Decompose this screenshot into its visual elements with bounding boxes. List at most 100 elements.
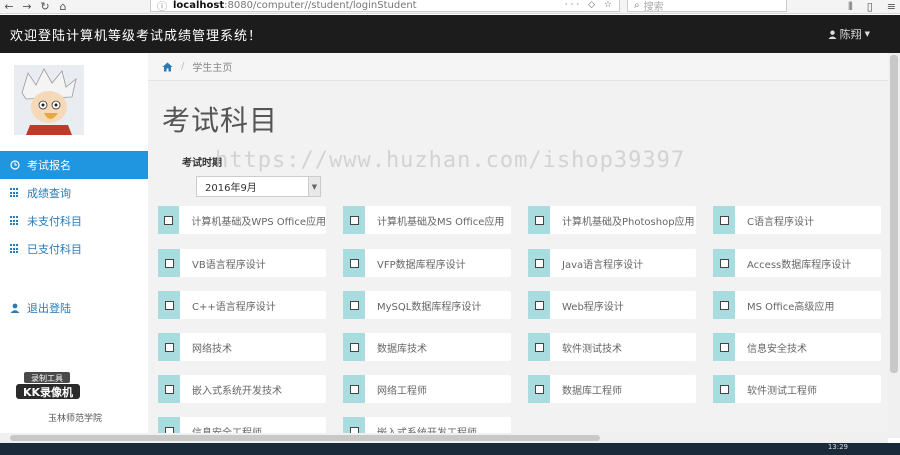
forward-icon[interactable]: → bbox=[18, 0, 36, 14]
subject-checkbox[interactable] bbox=[349, 300, 359, 310]
subject-option[interactable]: 信息安全技术 bbox=[713, 333, 881, 361]
avatar bbox=[14, 65, 84, 135]
checkbox-wrapper[interactable] bbox=[713, 291, 735, 319]
subject-checkbox[interactable] bbox=[719, 258, 729, 268]
home-icon[interactable]: ⌂ bbox=[54, 0, 72, 14]
checkbox-wrapper[interactable] bbox=[528, 291, 550, 319]
subject-label: 网络工程师 bbox=[377, 385, 427, 397]
subject-checkbox[interactable] bbox=[719, 300, 729, 310]
checkbox-wrapper[interactable] bbox=[528, 249, 550, 277]
subject-option[interactable]: VB语言程序设计 bbox=[158, 249, 326, 277]
checkbox-wrapper[interactable] bbox=[343, 333, 365, 361]
subject-option[interactable]: 计算机基础及Photoshop应用 bbox=[528, 206, 696, 234]
subject-option[interactable]: 软件测试工程师 bbox=[713, 375, 881, 403]
subject-label: VB语言程序设计 bbox=[192, 259, 266, 271]
subject-checkbox[interactable] bbox=[349, 342, 359, 352]
vertical-scrollbar[interactable] bbox=[888, 53, 900, 438]
subject-option[interactable]: 网络技术 bbox=[158, 333, 326, 361]
subject-checkbox[interactable] bbox=[349, 258, 359, 268]
reload-icon[interactable]: ↻ bbox=[36, 0, 54, 14]
checkbox-wrapper[interactable] bbox=[158, 206, 180, 234]
checkbox-wrapper[interactable] bbox=[158, 291, 180, 319]
subject-checkbox[interactable] bbox=[534, 384, 544, 394]
back-icon[interactable]: ← bbox=[0, 0, 18, 14]
url-tools[interactable]: ··· ◇ ☆ bbox=[565, 0, 615, 10]
sidebar-menu: 考试报名 成绩查询 未支付科目 已支付科目 bbox=[0, 151, 148, 263]
sidebar-icon[interactable]: ▯ bbox=[867, 0, 873, 14]
checkbox-wrapper[interactable] bbox=[528, 375, 550, 403]
subject-checkbox[interactable] bbox=[719, 342, 729, 352]
subject-option[interactable]: 计算机基础及MS Office应用 bbox=[343, 206, 511, 234]
subject-checkbox[interactable] bbox=[349, 215, 359, 225]
subject-checkbox[interactable] bbox=[534, 215, 544, 225]
browser-toolbar: ← → ↻ ⌂ ⓘ localhost :8080/computer//stud… bbox=[0, 0, 900, 14]
subject-checkbox[interactable] bbox=[164, 215, 174, 225]
taskbar-clock: 13:29 bbox=[827, 443, 848, 451]
subject-checkbox[interactable] bbox=[164, 258, 174, 268]
subject-checkbox[interactable] bbox=[719, 215, 729, 225]
checkbox-wrapper[interactable] bbox=[158, 333, 180, 361]
subject-option[interactable]: Java语言程序设计 bbox=[528, 249, 696, 277]
subject-option[interactable]: C语言程序设计 bbox=[713, 206, 881, 234]
taskbar: 13:29 bbox=[0, 443, 900, 455]
sidebar-item-exam-registration[interactable]: 考试报名 bbox=[0, 151, 148, 179]
grid-icon bbox=[10, 188, 20, 198]
checkbox-wrapper[interactable] bbox=[343, 375, 365, 403]
search-placeholder: 搜索 bbox=[643, 2, 664, 13]
app-title: 欢迎登陆计算机等级考试成绩管理系统！ bbox=[10, 28, 263, 44]
subject-label: 软件测试技术 bbox=[562, 343, 622, 355]
subject-checkbox[interactable] bbox=[164, 300, 174, 310]
checkbox-wrapper[interactable] bbox=[713, 333, 735, 361]
subject-option[interactable]: 嵌入式系统开发技术 bbox=[158, 375, 326, 403]
subject-option[interactable]: MySQL数据库程序设计 bbox=[343, 291, 511, 319]
logout-label: 退出登陆 bbox=[27, 302, 71, 315]
address-bar[interactable]: ⓘ localhost :8080/computer//student/logi… bbox=[150, 0, 620, 13]
subject-option[interactable]: C++语言程序设计 bbox=[158, 291, 326, 319]
sidebar-item-paid-subjects[interactable]: 已支付科目 bbox=[0, 235, 148, 263]
library-icon[interactable]: ⫴ bbox=[848, 0, 853, 14]
checkbox-wrapper[interactable] bbox=[158, 375, 180, 403]
checkbox-wrapper[interactable] bbox=[528, 333, 550, 361]
subject-option[interactable]: Access数据库程序设计 bbox=[713, 249, 881, 277]
scrollbar-thumb[interactable] bbox=[890, 55, 898, 373]
scrollbar-thumb[interactable] bbox=[10, 435, 600, 441]
subject-option[interactable]: 软件测试技术 bbox=[528, 333, 696, 361]
logout-link[interactable]: 退出登陆 bbox=[0, 294, 148, 322]
checkbox-wrapper[interactable] bbox=[158, 249, 180, 277]
subject-label: 数据库工程师 bbox=[562, 385, 622, 397]
checkbox-wrapper[interactable] bbox=[713, 206, 735, 234]
checkbox-wrapper[interactable] bbox=[343, 206, 365, 234]
subject-option[interactable]: 计算机基础及WPS Office应用 bbox=[158, 206, 326, 234]
checkbox-wrapper[interactable] bbox=[528, 206, 550, 234]
checkbox-wrapper[interactable] bbox=[713, 375, 735, 403]
subject-checkbox[interactable] bbox=[164, 342, 174, 352]
subject-checkbox[interactable] bbox=[534, 300, 544, 310]
subject-label: 信息安全技术 bbox=[747, 343, 807, 355]
term-select[interactable]: 2016年9月 ▼ bbox=[196, 176, 321, 197]
subject-option[interactable]: VFP数据库程序设计 bbox=[343, 249, 511, 277]
user-dropdown[interactable]: 陈翔 ▼ bbox=[828, 26, 870, 42]
horizontal-scrollbar[interactable] bbox=[0, 433, 888, 443]
subject-label: 软件测试工程师 bbox=[747, 385, 817, 397]
subject-checkbox[interactable] bbox=[719, 384, 729, 394]
subject-label: MySQL数据库程序设计 bbox=[377, 301, 482, 313]
subject-option[interactable]: Web程序设计 bbox=[528, 291, 696, 319]
subject-checkbox[interactable] bbox=[164, 384, 174, 394]
sidebar-item-score-query[interactable]: 成绩查询 bbox=[0, 179, 148, 207]
url-host: localhost bbox=[173, 0, 225, 11]
browser-search-input[interactable]: ⌕ 搜索 bbox=[627, 0, 787, 13]
sidebar-item-unpaid-subjects[interactable]: 未支付科目 bbox=[0, 207, 148, 235]
subject-option[interactable]: 数据库工程师 bbox=[528, 375, 696, 403]
checkbox-wrapper[interactable] bbox=[713, 249, 735, 277]
home-icon[interactable] bbox=[162, 62, 173, 72]
subject-checkbox[interactable] bbox=[534, 342, 544, 352]
subject-option[interactable]: MS Office高级应用 bbox=[713, 291, 881, 319]
subject-option[interactable]: 网络工程师 bbox=[343, 375, 511, 403]
menu-icon[interactable]: ≡ bbox=[887, 0, 896, 14]
user-icon bbox=[828, 30, 837, 39]
subject-option[interactable]: 数据库技术 bbox=[343, 333, 511, 361]
checkbox-wrapper[interactable] bbox=[343, 249, 365, 277]
subject-checkbox[interactable] bbox=[349, 384, 359, 394]
checkbox-wrapper[interactable] bbox=[343, 291, 365, 319]
subject-checkbox[interactable] bbox=[534, 258, 544, 268]
